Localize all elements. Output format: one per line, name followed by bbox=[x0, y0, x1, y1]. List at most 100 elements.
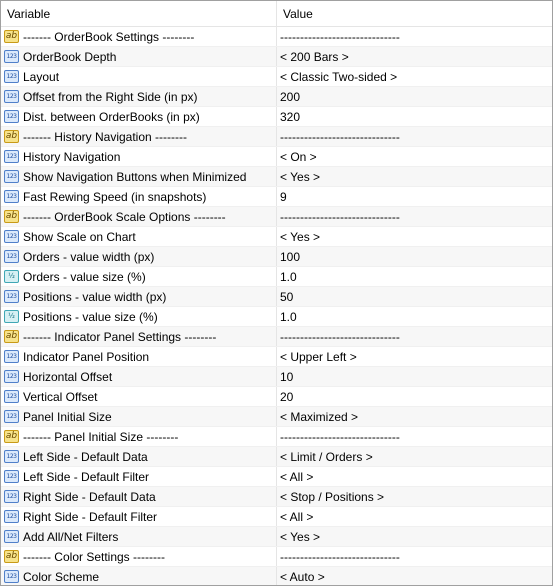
table-row[interactable]: 123 Left Side - Default Filter < All > bbox=[1, 467, 552, 487]
variable-cell[interactable]: 123 Right Side - Default Filter bbox=[1, 507, 277, 526]
value-cell[interactable]: 20 bbox=[277, 387, 552, 406]
value-cell[interactable]: 50 bbox=[277, 287, 552, 306]
variable-cell[interactable]: ab ------- Color Settings -------- bbox=[1, 547, 277, 566]
variable-label: Left Side - Default Filter bbox=[23, 470, 150, 484]
variable-cell[interactable]: 123 Layout bbox=[1, 67, 277, 86]
variable-cell[interactable]: 123 Right Side - Default Data bbox=[1, 487, 277, 506]
value-cell[interactable]: < All > bbox=[277, 467, 552, 486]
value-cell[interactable]: < Upper Left > bbox=[277, 347, 552, 366]
variable-cell[interactable]: 123 Fast Rewing Speed (in snapshots) bbox=[1, 187, 277, 206]
variable-cell[interactable]: 123 Offset from the Right Side (in px) bbox=[1, 87, 277, 106]
table-row[interactable]: 123 OrderBook Depth < 200 Bars > bbox=[1, 47, 552, 67]
value-cell[interactable]: < On > bbox=[277, 147, 552, 166]
column-header-variable[interactable]: Variable bbox=[1, 1, 277, 26]
variable-cell[interactable]: 123 Color Scheme bbox=[1, 567, 277, 585]
table-row[interactable]: ab ------- Indicator Panel Settings -----… bbox=[1, 327, 552, 347]
table-row[interactable]: 123 Layout < Classic Two-sided > bbox=[1, 67, 552, 87]
value-cell[interactable]: < Yes > bbox=[277, 527, 552, 546]
variable-cell[interactable]: 123 Positions - value width (px) bbox=[1, 287, 277, 306]
value-cell[interactable]: ------------------------------ bbox=[277, 547, 552, 566]
variable-cell[interactable]: 123 Vertical Offset bbox=[1, 387, 277, 406]
table-row[interactable]: 123 Dist. between OrderBooks (in px) 320 bbox=[1, 107, 552, 127]
value-cell[interactable]: < Classic Two-sided > bbox=[277, 67, 552, 86]
variable-cell[interactable]: ab ------- Indicator Panel Settings -----… bbox=[1, 327, 277, 346]
table-row[interactable]: 123 Right Side - Default Filter < All > bbox=[1, 507, 552, 527]
table-row[interactable]: 123 Horizontal Offset 10 bbox=[1, 367, 552, 387]
variable-cell[interactable]: 123 Indicator Panel Position bbox=[1, 347, 277, 366]
table-row[interactable]: 123 Color Scheme < Auto > bbox=[1, 567, 552, 585]
variable-cell[interactable]: ab ------- Panel Initial Size -------- bbox=[1, 427, 277, 446]
variable-cell[interactable]: 123 Horizontal Offset bbox=[1, 367, 277, 386]
table-row[interactable]: 123 Fast Rewing Speed (in snapshots) 9 bbox=[1, 187, 552, 207]
table-row[interactable]: ab ------- History Navigation -------- ---… bbox=[1, 127, 552, 147]
value-cell[interactable]: ------------------------------ bbox=[277, 427, 552, 446]
variable-cell[interactable]: ½ Positions - value size (%) bbox=[1, 307, 277, 326]
variable-cell[interactable]: 123 Show Scale on Chart bbox=[1, 227, 277, 246]
variable-cell[interactable]: ab ------- History Navigation -------- bbox=[1, 127, 277, 146]
table-row[interactable]: ab ------- OrderBook Settings -------- ---… bbox=[1, 27, 552, 47]
variable-cell[interactable]: ab ------- OrderBook Settings -------- bbox=[1, 27, 277, 46]
variable-cell[interactable]: 123 History Navigation bbox=[1, 147, 277, 166]
table-row[interactable]: 123 Left Side - Default Data < Limit / Ord… bbox=[1, 447, 552, 467]
value-cell[interactable]: 1.0 bbox=[277, 267, 552, 286]
table-row[interactable]: 123 Indicator Panel Position < Upper Left … bbox=[1, 347, 552, 367]
value-cell[interactable]: < Yes > bbox=[277, 167, 552, 186]
table-row[interactable]: 123 Show Navigation Buttons when Minimize… bbox=[1, 167, 552, 187]
value-cell[interactable]: 100 bbox=[277, 247, 552, 266]
value-cell[interactable]: ------------------------------ bbox=[277, 207, 552, 226]
string-icon: ab bbox=[4, 130, 19, 143]
integer-icon: 123 bbox=[4, 410, 19, 423]
value-cell[interactable]: 9 bbox=[277, 187, 552, 206]
value-cell[interactable]: 200 bbox=[277, 87, 552, 106]
table-row[interactable]: 123 Panel Initial Size < Maximized > bbox=[1, 407, 552, 427]
double-icon: ½ bbox=[4, 270, 19, 283]
table-row[interactable]: 123 Vertical Offset 20 bbox=[1, 387, 552, 407]
variable-cell[interactable]: 123 Panel Initial Size bbox=[1, 407, 277, 426]
table-row[interactable]: ½ Orders - value size (%) 1.0 bbox=[1, 267, 552, 287]
table-row[interactable]: 123 Offset from the Right Side (in px) 200 bbox=[1, 87, 552, 107]
table-row[interactable]: 123 History Navigation < On > bbox=[1, 147, 552, 167]
variable-cell[interactable]: 123 Show Navigation Buttons when Minimize… bbox=[1, 167, 277, 186]
table-row[interactable]: 123 Positions - value width (px) 50 bbox=[1, 287, 552, 307]
value-cell[interactable]: < Maximized > bbox=[277, 407, 552, 426]
table-row[interactable]: ab ------- OrderBook Scale Options ------… bbox=[1, 207, 552, 227]
string-icon: ab bbox=[4, 550, 19, 563]
value-cell[interactable]: ------------------------------ bbox=[277, 27, 552, 46]
variable-cell[interactable]: 123 OrderBook Depth bbox=[1, 47, 277, 66]
value-cell[interactable]: 320 bbox=[277, 107, 552, 126]
table-row[interactable]: 123 Orders - value width (px) 100 bbox=[1, 247, 552, 267]
value-cell[interactable]: < Auto > bbox=[277, 567, 552, 585]
value-cell[interactable]: < Stop / Positions > bbox=[277, 487, 552, 506]
value-cell[interactable]: ------------------------------ bbox=[277, 327, 552, 346]
value-cell[interactable]: < All > bbox=[277, 507, 552, 526]
variable-label: Add All/Net Filters bbox=[23, 530, 119, 544]
value-cell[interactable]: < Limit / Orders > bbox=[277, 447, 552, 466]
variable-cell[interactable]: 123 Left Side - Default Filter bbox=[1, 467, 277, 486]
table-row[interactable]: ½ Positions - value size (%) 1.0 bbox=[1, 307, 552, 327]
variable-label: Positions - value width (px) bbox=[23, 290, 167, 304]
integer-icon: 123 bbox=[4, 390, 19, 403]
value-cell[interactable]: < 200 Bars > bbox=[277, 47, 552, 66]
variable-cell[interactable]: 123 Left Side - Default Data bbox=[1, 447, 277, 466]
table-row[interactable]: 123 Right Side - Default Data < Stop / Pos… bbox=[1, 487, 552, 507]
table-row[interactable]: ab ------- Panel Initial Size -------- ---… bbox=[1, 427, 552, 447]
table-row[interactable]: 123 Add All/Net Filters < Yes > bbox=[1, 527, 552, 547]
table-row[interactable]: ab ------- Color Settings -------- -------… bbox=[1, 547, 552, 567]
variable-label: Fast Rewing Speed (in snapshots) bbox=[23, 190, 207, 204]
value-cell[interactable]: 1.0 bbox=[277, 307, 552, 326]
integer-icon: 123 bbox=[4, 470, 19, 483]
value-cell[interactable]: ------------------------------ bbox=[277, 127, 552, 146]
integer-icon: 123 bbox=[4, 350, 19, 363]
table-row[interactable]: 123 Show Scale on Chart < Yes > bbox=[1, 227, 552, 247]
value-cell[interactable]: < Yes > bbox=[277, 227, 552, 246]
variable-cell[interactable]: ½ Orders - value size (%) bbox=[1, 267, 277, 286]
variable-label: Offset from the Right Side (in px) bbox=[23, 90, 198, 104]
string-icon: ab bbox=[4, 30, 19, 43]
variable-cell[interactable]: ab ------- OrderBook Scale Options ------… bbox=[1, 207, 277, 226]
variable-cell[interactable]: 123 Add All/Net Filters bbox=[1, 527, 277, 546]
value-cell[interactable]: 10 bbox=[277, 367, 552, 386]
variable-cell[interactable]: 123 Orders - value width (px) bbox=[1, 247, 277, 266]
column-header-value[interactable]: Value bbox=[277, 1, 552, 26]
variable-cell[interactable]: 123 Dist. between OrderBooks (in px) bbox=[1, 107, 277, 126]
double-icon: ½ bbox=[4, 310, 19, 323]
